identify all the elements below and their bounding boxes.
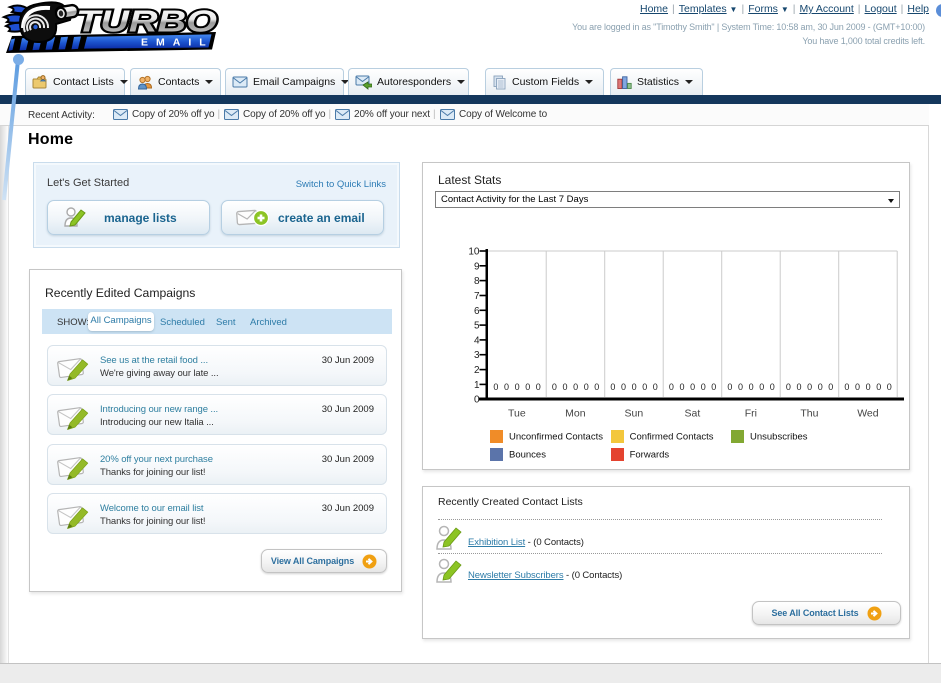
svg-text:0: 0 xyxy=(876,382,881,392)
svg-text:0: 0 xyxy=(711,382,716,392)
svg-text:0: 0 xyxy=(807,382,812,392)
svg-text:0: 0 xyxy=(621,382,626,392)
svg-text:Sat: Sat xyxy=(685,408,701,420)
svg-text:0: 0 xyxy=(818,382,823,392)
svg-text:0: 0 xyxy=(786,382,791,392)
svg-text:0: 0 xyxy=(504,382,509,392)
svg-text:2: 2 xyxy=(474,365,480,376)
svg-text:0: 0 xyxy=(727,382,732,392)
svg-text:3: 3 xyxy=(474,350,480,361)
svg-text:0: 0 xyxy=(866,382,871,392)
svg-text:0: 0 xyxy=(562,382,567,392)
svg-text:Sun: Sun xyxy=(625,408,644,420)
svg-text:0: 0 xyxy=(525,382,530,392)
svg-text:10: 10 xyxy=(468,247,480,258)
svg-text:TURBO: TURBO xyxy=(76,4,217,39)
svg-text:0: 0 xyxy=(759,382,764,392)
svg-text:0: 0 xyxy=(573,382,578,392)
svg-text:Thu: Thu xyxy=(800,408,818,420)
svg-text:7: 7 xyxy=(474,291,480,302)
svg-text:1: 1 xyxy=(474,380,480,391)
svg-text:6: 6 xyxy=(474,306,480,317)
svg-text:0: 0 xyxy=(653,382,658,392)
svg-text:0: 0 xyxy=(552,382,557,392)
svg-text:0: 0 xyxy=(690,382,695,392)
svg-text:4: 4 xyxy=(474,335,480,346)
svg-text:0: 0 xyxy=(770,382,775,392)
svg-text:0: 0 xyxy=(749,382,754,392)
svg-text:0: 0 xyxy=(796,382,801,392)
svg-text:Wed: Wed xyxy=(857,408,879,420)
svg-text:0: 0 xyxy=(828,382,833,392)
svg-text:0: 0 xyxy=(679,382,684,392)
svg-text:0: 0 xyxy=(515,382,520,392)
svg-text:5: 5 xyxy=(474,321,480,332)
svg-text:0: 0 xyxy=(493,382,498,392)
svg-text:8: 8 xyxy=(474,276,480,287)
svg-text:0: 0 xyxy=(844,382,849,392)
svg-text:0: 0 xyxy=(738,382,743,392)
svg-text:0: 0 xyxy=(610,382,615,392)
svg-text:0: 0 xyxy=(669,382,674,392)
svg-text:Mon: Mon xyxy=(565,408,586,420)
svg-text:9: 9 xyxy=(474,261,480,272)
svg-text:0: 0 xyxy=(584,382,589,392)
svg-text:Fri: Fri xyxy=(745,408,757,420)
svg-text:0: 0 xyxy=(536,382,541,392)
svg-text:0: 0 xyxy=(855,382,860,392)
svg-text:0: 0 xyxy=(642,382,647,392)
svg-text:Tue: Tue xyxy=(508,408,526,420)
svg-text:0: 0 xyxy=(701,382,706,392)
svg-text:0: 0 xyxy=(594,382,599,392)
svg-text:0: 0 xyxy=(632,382,637,392)
svg-text:0: 0 xyxy=(887,382,892,392)
